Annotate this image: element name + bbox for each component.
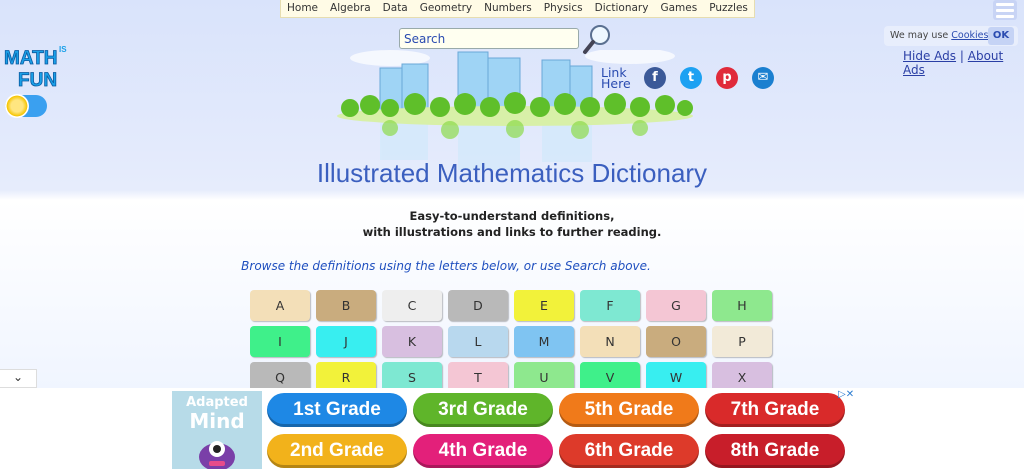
ad-close-icon[interactable]: ▷✕ (838, 389, 854, 400)
tagline-line2: with illustrations and links to further … (362, 225, 662, 239)
letter-h-button[interactable]: H (712, 290, 772, 321)
cookies-link[interactable]: Cookies (951, 30, 988, 41)
collapse-ad-button[interactable]: ⌄ (0, 369, 37, 388)
nav-algebra[interactable]: Algebra (324, 0, 377, 17)
grade-button-6[interactable]: 4th Grade (413, 434, 553, 468)
logo-text-math: MATH (4, 48, 57, 69)
letter-k-button[interactable]: K (382, 326, 442, 357)
nav-dictionary[interactable]: Dictionary (589, 0, 655, 17)
link-here-line2: Here (601, 76, 631, 91)
nav-home[interactable]: Home (281, 0, 324, 17)
theme-toggle[interactable] (5, 94, 47, 118)
nav-games[interactable]: Games (654, 0, 703, 17)
tagline-line1: Easy-to-understand definitions, (409, 209, 615, 223)
sun-icon (5, 94, 29, 118)
grade-button-4[interactable]: 7th Grade (705, 393, 845, 427)
letter-l-button[interactable]: L (448, 326, 508, 357)
monster-icon (199, 441, 235, 469)
site-logo[interactable]: MATH IS FUN (2, 42, 72, 91)
nav-data[interactable]: Data (377, 0, 414, 17)
menu-icon[interactable] (993, 0, 1017, 20)
letter-j-button[interactable]: J (316, 326, 376, 357)
grade-button-7[interactable]: 6th Grade (559, 434, 699, 468)
page-title: Illustrated Mathematics Dictionary (316, 158, 708, 188)
grade-button-2[interactable]: 3rd Grade (413, 393, 553, 427)
grade-button-5[interactable]: 2nd Grade (267, 434, 407, 468)
nav-puzzles[interactable]: Puzzles (703, 0, 754, 17)
search-input[interactable] (399, 28, 579, 49)
letter-d-button[interactable]: D (448, 290, 508, 321)
browse-instructions: Browse the definitions using the letters… (241, 259, 651, 273)
letter-e-button[interactable]: E (514, 290, 574, 321)
link-here[interactable]: Link Here (601, 66, 631, 91)
letter-g-button[interactable]: G (646, 290, 706, 321)
letter-a-button[interactable]: A (250, 290, 310, 321)
letter-n-button[interactable]: N (580, 326, 640, 357)
nav-physics[interactable]: Physics (538, 0, 589, 17)
letter-c-button[interactable]: C (382, 290, 442, 321)
facebook-icon[interactable]: f (644, 67, 666, 89)
ad-banner[interactable]: Adapted Mind 1st Grade 3rd Grade 5th Grade… (0, 388, 1024, 470)
logo-text-is: IS (59, 45, 67, 54)
cookie-text: We may use (890, 30, 949, 41)
tagline: Easy-to-understand definitions, with ill… (0, 208, 1024, 240)
nav-geometry[interactable]: Geometry (414, 0, 478, 17)
twitter-icon[interactable]: t (680, 67, 702, 89)
letter-b-button[interactable]: B (316, 290, 376, 321)
letter-i-button[interactable]: I (250, 326, 310, 357)
top-nav: Home Algebra Data Geometry Numbers Physi… (280, 0, 755, 18)
logo-text-fun: FUN (18, 70, 57, 90)
hide-ads-link[interactable]: Hide Ads (903, 49, 956, 63)
grade-button-3[interactable]: 5th Grade (559, 393, 699, 427)
nav-numbers[interactable]: Numbers (478, 0, 538, 17)
ad-links-separator: | (959, 49, 964, 63)
letter-f-button[interactable]: F (580, 290, 640, 321)
grade-button-8[interactable]: 8th Grade (705, 434, 845, 468)
ad-links: Hide Ads | About Ads (903, 49, 1024, 77)
letter-m-button[interactable]: M (514, 326, 574, 357)
letter-p-button[interactable]: P (712, 326, 772, 357)
grade-button-1[interactable]: 1st Grade (267, 393, 407, 427)
email-icon[interactable]: ✉ (752, 67, 774, 89)
ad-brand-logo[interactable]: Adapted Mind (172, 391, 262, 469)
letter-o-button[interactable]: O (646, 326, 706, 357)
cookie-notice: We may use Cookies OK (884, 26, 1018, 46)
cookie-ok-button[interactable]: OK (988, 27, 1014, 45)
pinterest-icon[interactable]: p (716, 67, 738, 89)
